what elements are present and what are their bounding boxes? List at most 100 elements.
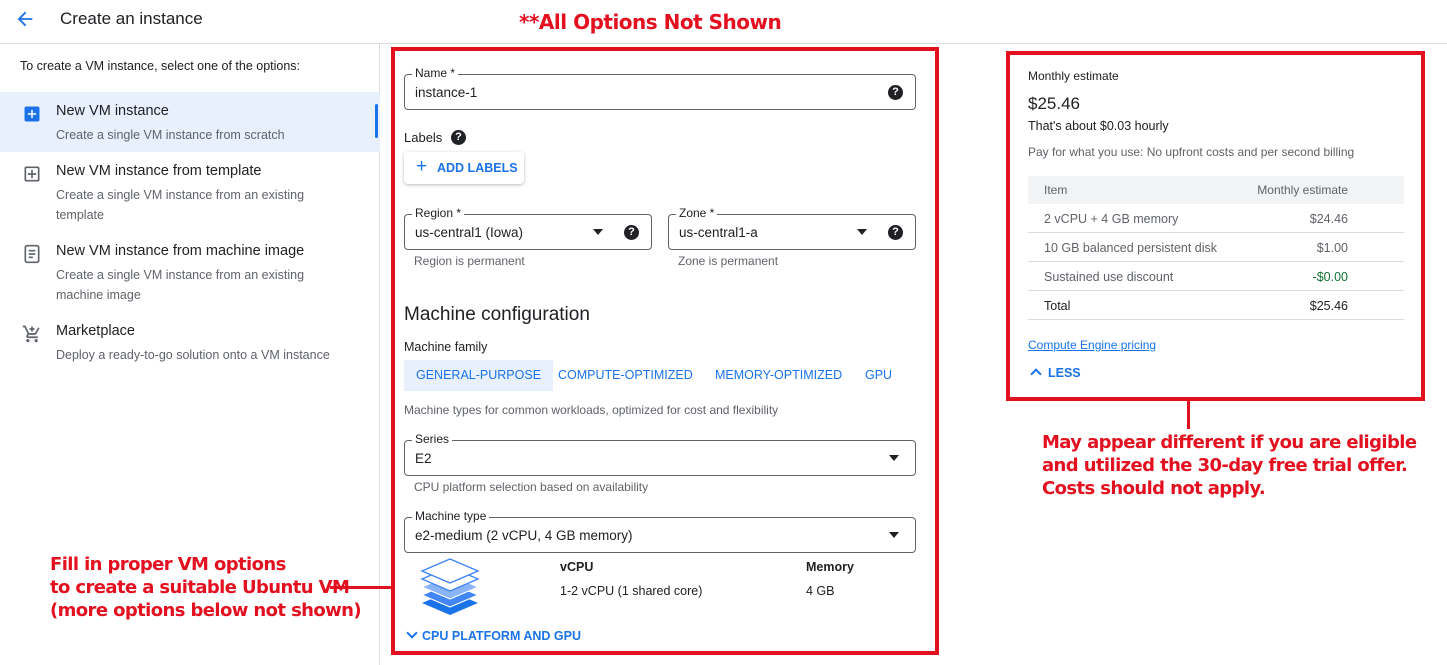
machine-family-description: Machine types for common workloads, opti… — [404, 403, 779, 417]
add-labels-label: ADD LABELS — [437, 161, 518, 175]
machine-type-value: e2-medium (2 vCPU, 4 GB memory) — [415, 528, 633, 543]
column-header-monthly: Monthly estimate — [1257, 183, 1348, 197]
option-description: Create a single VM instance from an exis… — [56, 268, 305, 302]
estimate-amount: $25.46 — [1028, 94, 1080, 113]
help-icon[interactable]: ? — [888, 225, 903, 240]
annotation-connector — [1187, 401, 1190, 429]
row-cost: $24.46 — [1309, 212, 1348, 226]
annotation-line-3: Costs should not apply. — [1042, 478, 1266, 499]
option-title: New VM instance from machine image — [56, 243, 305, 259]
option-new-vm-from-template[interactable]: New VM instance from template Create a s… — [0, 152, 380, 232]
less-button[interactable]: LESS — [1028, 366, 1081, 380]
estimate-title: Monthly estimate — [1028, 69, 1119, 83]
machine-image-icon — [24, 244, 40, 264]
region-hint: Region is permanent — [414, 254, 525, 268]
vcpu-header: vCPU — [560, 560, 594, 574]
annotation-line-1: Fill in proper VM options — [50, 554, 286, 575]
name-field[interactable]: Name * instance-1 ? — [404, 66, 916, 110]
chevron-up-icon — [1030, 368, 1042, 380]
page-title: Create an instance — [60, 9, 203, 28]
add-box-icon — [24, 106, 40, 122]
labels-title: Labels — [404, 130, 442, 145]
tab-general-purpose[interactable]: GENERAL-PURPOSE — [404, 360, 554, 391]
option-description: Create a single VM instance from scratch — [56, 128, 285, 142]
region-select[interactable]: Region * us-central1 (Iowa) ? — [404, 206, 652, 250]
panel-intro: To create a VM instance, select one of t… — [20, 59, 301, 73]
zone-label: Zone * — [676, 206, 718, 220]
dropdown-caret-icon — [593, 229, 603, 235]
memory-header: Memory — [806, 560, 854, 574]
name-field-label: Name * — [412, 66, 459, 80]
option-new-vm-from-machine-image[interactable]: New VM instance from machine image Creat… — [0, 232, 380, 312]
labels-title-text: Labels — [404, 130, 443, 145]
compute-engine-pricing-link[interactable]: Compute Engine pricing — [1028, 338, 1156, 352]
total-value: $25.46 — [1309, 299, 1348, 313]
table-row: 10 GB balanced persistent disk $1.00 — [1028, 233, 1404, 262]
dropdown-caret-icon — [889, 532, 899, 538]
plus-icon: + — [416, 156, 428, 177]
row-cost: $1.00 — [1316, 241, 1348, 255]
annotation-line-1: May appear different if you are eligible — [1042, 432, 1417, 453]
tab-memory-optimized[interactable]: MEMORY-OPTIMIZED — [703, 360, 854, 391]
row-item: 10 GB balanced persistent disk — [1044, 241, 1218, 255]
total-label: Total — [1044, 299, 1071, 313]
tab-compute-optimized[interactable]: COMPUTE-OPTIMIZED — [546, 360, 705, 391]
memory-value: 4 GB — [806, 584, 835, 598]
annotation-line-2: to create a suitable Ubuntu VM — [50, 577, 350, 598]
table-header-row: Item Monthly estimate — [1028, 176, 1404, 204]
row-item: Sustained use discount — [1044, 270, 1174, 284]
estimate-note: Pay for what you use: No upfront costs a… — [1028, 145, 1355, 159]
annotation-all-options: **All Options Not Shown — [519, 10, 782, 34]
dropdown-caret-icon — [889, 455, 899, 461]
cart-icon — [22, 325, 40, 343]
option-marketplace[interactable]: Marketplace Deploy a ready-to-go solutio… — [0, 312, 380, 372]
option-description: Create a single VM instance from an exis… — [56, 188, 305, 222]
column-header-item: Item — [1044, 183, 1068, 197]
tab-gpu[interactable]: GPU — [853, 360, 904, 391]
option-new-vm-instance[interactable]: New VM instance Create a single VM insta… — [0, 92, 380, 152]
add-labels-button[interactable]: + ADD LABELS — [404, 152, 524, 184]
region-label: Region * — [412, 206, 465, 220]
option-title: Marketplace — [56, 323, 135, 339]
zone-hint: Zone is permanent — [678, 254, 779, 268]
table-total-row: Total $25.46 — [1028, 291, 1404, 320]
help-icon[interactable]: ? — [888, 85, 903, 100]
table-row: 2 vCPU + 4 GB memory $24.46 — [1028, 204, 1404, 233]
series-hint: CPU platform selection based on availabi… — [414, 480, 649, 494]
annotation-fill-options: Fill in proper VM options to create a su… — [50, 553, 362, 622]
annotation-connector — [330, 586, 392, 589]
row-item: 2 vCPU + 4 GB memory — [1044, 212, 1179, 226]
machine-family-label: Machine family — [404, 340, 488, 354]
option-description: Deploy a ready-to-go solution onto a VM … — [56, 348, 330, 362]
template-icon — [24, 166, 40, 182]
annotation-line-3: (more options below not shown) — [50, 600, 362, 621]
machine-type-select[interactable]: Machine type e2-medium (2 vCPU, 4 GB mem… — [404, 509, 916, 553]
dropdown-caret-icon — [857, 229, 867, 235]
option-title: New VM instance from template — [56, 163, 262, 179]
cpu-platform-label: CPU PLATFORM AND GPU — [422, 629, 582, 643]
arrow-back-icon[interactable] — [14, 8, 36, 30]
annotation-free-trial: May appear different if you are eligible… — [1042, 431, 1417, 500]
help-icon[interactable]: ? — [451, 130, 466, 145]
zone-select[interactable]: Zone * us-central1-a ? — [668, 206, 916, 250]
machine-type-label: Machine type — [412, 509, 490, 523]
series-select[interactable]: Series E2 — [404, 432, 916, 476]
estimate-hourly: That's about $0.03 hourly — [1028, 119, 1169, 133]
series-value: E2 — [415, 451, 432, 466]
machine-config-title: Machine configuration — [404, 304, 590, 325]
series-label: Series — [412, 432, 453, 446]
machine-stack-icon — [420, 558, 480, 615]
name-field-value: instance-1 — [415, 85, 478, 100]
table-row: Sustained use discount -$0.00 — [1028, 262, 1404, 291]
annotation-line-2: and utilized the 30-day free trial offer… — [1042, 455, 1408, 476]
less-label: LESS — [1048, 366, 1081, 380]
selected-indicator — [375, 104, 378, 138]
zone-value: us-central1-a — [679, 225, 758, 240]
chevron-down-icon — [406, 627, 418, 639]
estimate-table: Item Monthly estimate 2 vCPU + 4 GB memo… — [1028, 176, 1404, 320]
vcpu-value: 1-2 vCPU (1 shared core) — [560, 584, 703, 598]
help-icon[interactable]: ? — [624, 225, 639, 240]
cpu-platform-expander[interactable]: CPU PLATFORM AND GPU — [405, 627, 582, 643]
region-value: us-central1 (Iowa) — [415, 225, 524, 240]
option-title: New VM instance — [56, 103, 169, 119]
